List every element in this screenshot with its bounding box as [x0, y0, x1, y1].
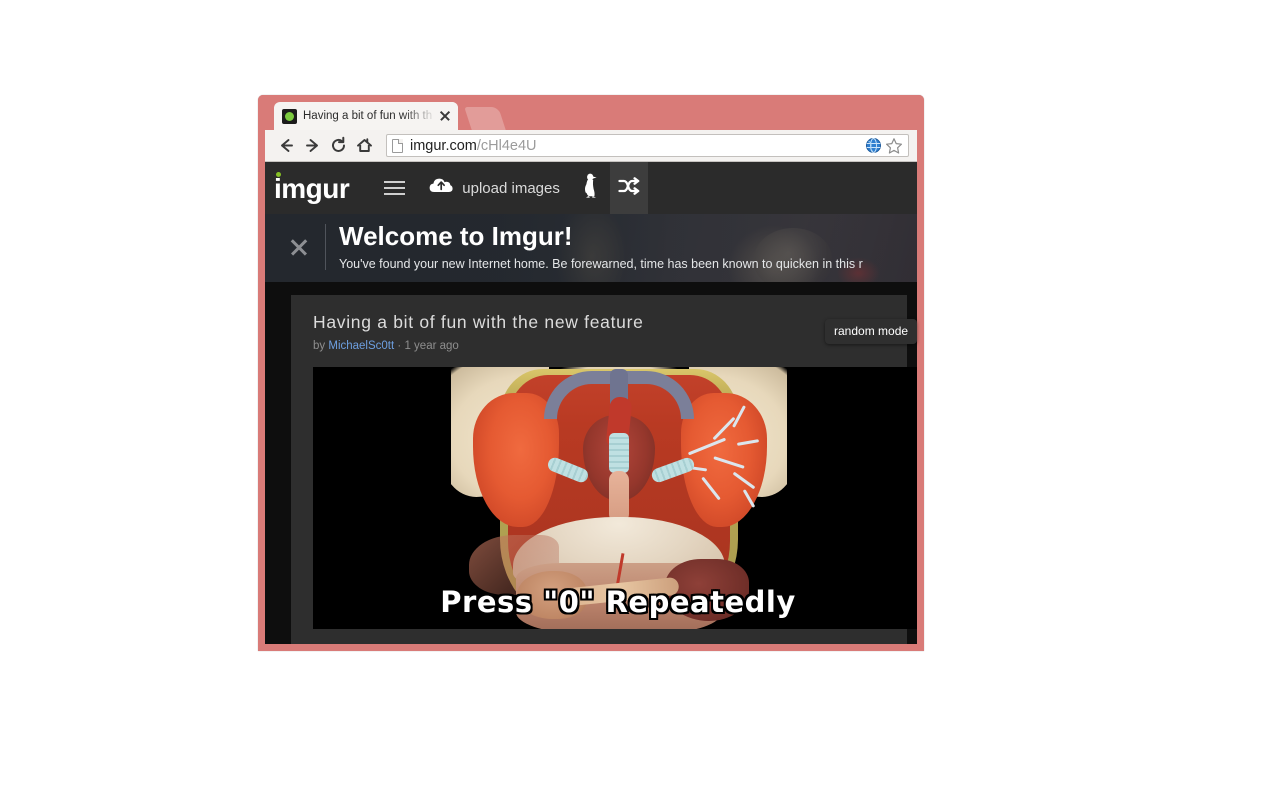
- post-panel: Having a bit of fun with the new feature…: [291, 295, 917, 644]
- imgur-favicon-icon: [282, 108, 297, 124]
- post-meta: by MichaelSc0tt · 1 year ago: [313, 340, 885, 352]
- banner-text: Welcome to Imgur! You've found your new …: [339, 221, 917, 271]
- post-author-link[interactable]: MichaelSc0tt: [328, 340, 394, 352]
- page-document-icon: [392, 138, 403, 153]
- hamburger-bar-3: [383, 193, 405, 195]
- post-title: Having a bit of fun with the new feature: [313, 312, 644, 332]
- meme-caption: Press "0" Repeatedly: [440, 585, 796, 619]
- banner-subtitle: You've found your new Internet home. Be …: [339, 256, 863, 271]
- imgur-site-header: imgur upload images: [265, 162, 917, 214]
- reload-icon[interactable]: [325, 133, 351, 159]
- banner-title: Welcome to Imgur!: [339, 221, 573, 251]
- hamburger-menu-icon[interactable]: [375, 162, 413, 214]
- browser-toolbar: imgur.com/cHl4e4U: [265, 130, 917, 162]
- upload-cloud-icon: [429, 176, 453, 200]
- banner-close-icon[interactable]: [288, 236, 310, 258]
- welcome-banner: Welcome to Imgur! You've found your new …: [265, 214, 917, 282]
- back-arrow-icon[interactable]: [273, 133, 299, 159]
- logo-dot-icon: [276, 172, 281, 177]
- close-icon[interactable]: [438, 109, 452, 123]
- url-text: imgur.com/cHl4e4U: [410, 138, 861, 154]
- page-viewport: imgur upload images Welcome to Imgur! Yo…: [265, 162, 917, 644]
- hamburger-bar-1: [383, 181, 405, 183]
- browser-tab[interactable]: Having a bit of fun with th: [274, 102, 458, 130]
- upload-images-button[interactable]: upload images: [417, 162, 572, 214]
- address-bar[interactable]: imgur.com/cHl4e4U: [386, 134, 909, 157]
- upload-images-label: upload images: [462, 179, 560, 197]
- post-timestamp: 1 year ago: [404, 340, 459, 352]
- post-by-label: by: [313, 340, 326, 352]
- random-mode-tooltip: random mode: [825, 319, 918, 344]
- browser-window: Having a bit of fun with th imgur.com/cH…: [258, 95, 924, 651]
- imgur-logo-text: imgur: [274, 173, 350, 204]
- hamburger-bar-2: [383, 187, 405, 189]
- post-meta-separator: ·: [397, 340, 402, 352]
- browser-tab-strip: Having a bit of fun with th: [258, 95, 924, 130]
- home-icon[interactable]: [351, 133, 377, 159]
- url-host: imgur.com: [410, 137, 477, 154]
- anatomy-esophagus: [609, 471, 629, 523]
- anatomy-trachea: [609, 433, 629, 473]
- penguin-button[interactable]: [572, 162, 610, 214]
- forward-arrow-icon[interactable]: [299, 133, 325, 159]
- random-mode-button[interactable]: [609, 162, 648, 214]
- imgur-logo[interactable]: imgur: [274, 172, 350, 204]
- url-path: /cHl4e4U: [476, 137, 537, 154]
- penguin-icon: [583, 173, 599, 204]
- shuffle-icon: [617, 176, 641, 201]
- new-tab-button[interactable]: [464, 107, 506, 130]
- banner-divider: [325, 224, 326, 270]
- globe-icon[interactable]: [865, 137, 882, 154]
- browser-tab-title: Having a bit of fun with th: [303, 110, 433, 122]
- post-image-frame[interactable]: Press "0" Repeatedly: [313, 367, 917, 629]
- star-icon[interactable]: [885, 137, 903, 155]
